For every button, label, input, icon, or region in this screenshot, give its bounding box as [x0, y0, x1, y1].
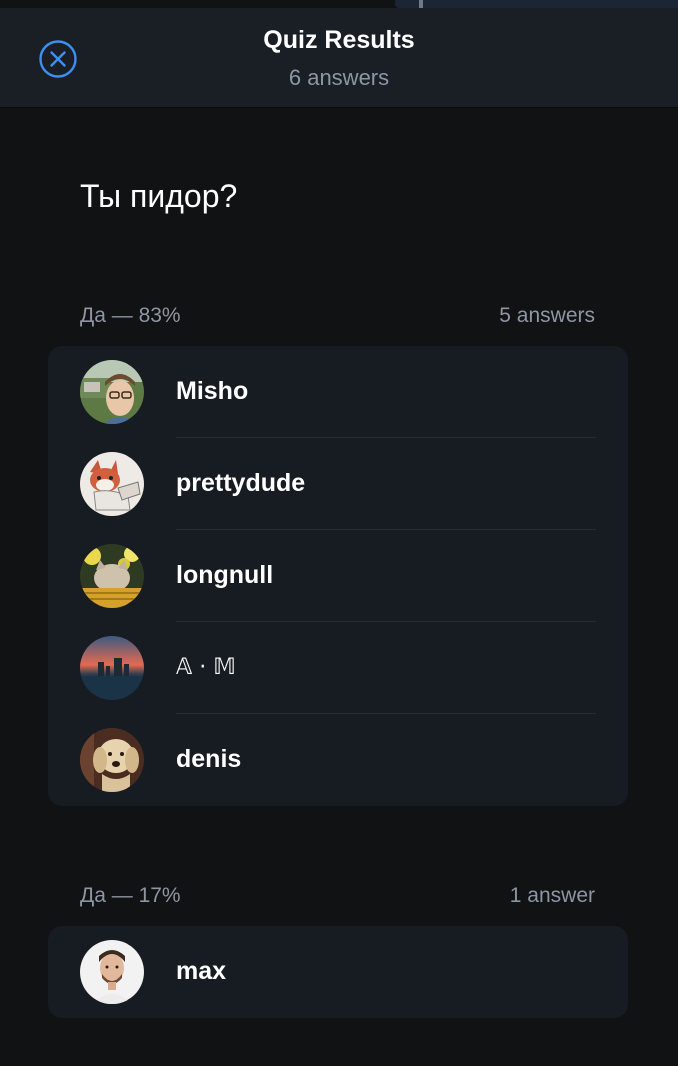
voter-row[interactable]: longnull	[48, 530, 628, 622]
avatar	[80, 544, 144, 608]
avatar	[80, 728, 144, 792]
peek-accent-bar	[419, 0, 423, 8]
option-label: Да — 83%	[80, 304, 181, 327]
voter-row[interactable]: prettydude	[48, 438, 628, 530]
quiz-question: Ты пидор?	[80, 178, 238, 214]
background-message-peek	[395, 0, 678, 8]
voters-list: max	[48, 926, 628, 1018]
avatar	[80, 452, 144, 516]
voter-name: max	[176, 957, 227, 985]
option-label: Да — 17%	[80, 884, 181, 907]
voter-row[interactable]: 𝔸 · 𝕄	[48, 622, 628, 714]
voter-name: longnull	[176, 561, 274, 589]
voters-list: Misho prettydude longnull 𝔸 · 𝕄 denis	[48, 346, 628, 806]
avatar	[80, 940, 144, 1004]
option-header: Да — 83% 5 answers	[80, 304, 595, 332]
voter-row[interactable]: max	[48, 926, 628, 1018]
page-title: Quiz Results	[263, 26, 415, 54]
answers-total: 6 answers	[288, 65, 390, 90]
option-answer-count: 5 answers	[499, 304, 595, 327]
avatar	[80, 360, 144, 424]
voter-name: prettydude	[176, 469, 306, 497]
voter-row[interactable]: Misho	[48, 346, 628, 438]
header: Quiz Results 6 answers	[0, 8, 678, 108]
option-header: Да — 17% 1 answer	[80, 884, 595, 912]
voter-name: denis	[176, 745, 242, 773]
option-answer-count: 1 answer	[509, 884, 595, 907]
voter-row[interactable]: denis	[48, 714, 628, 806]
avatar	[80, 636, 144, 700]
voter-name: 𝔸 · 𝕄	[176, 655, 236, 680]
voter-name: Misho	[176, 377, 249, 405]
